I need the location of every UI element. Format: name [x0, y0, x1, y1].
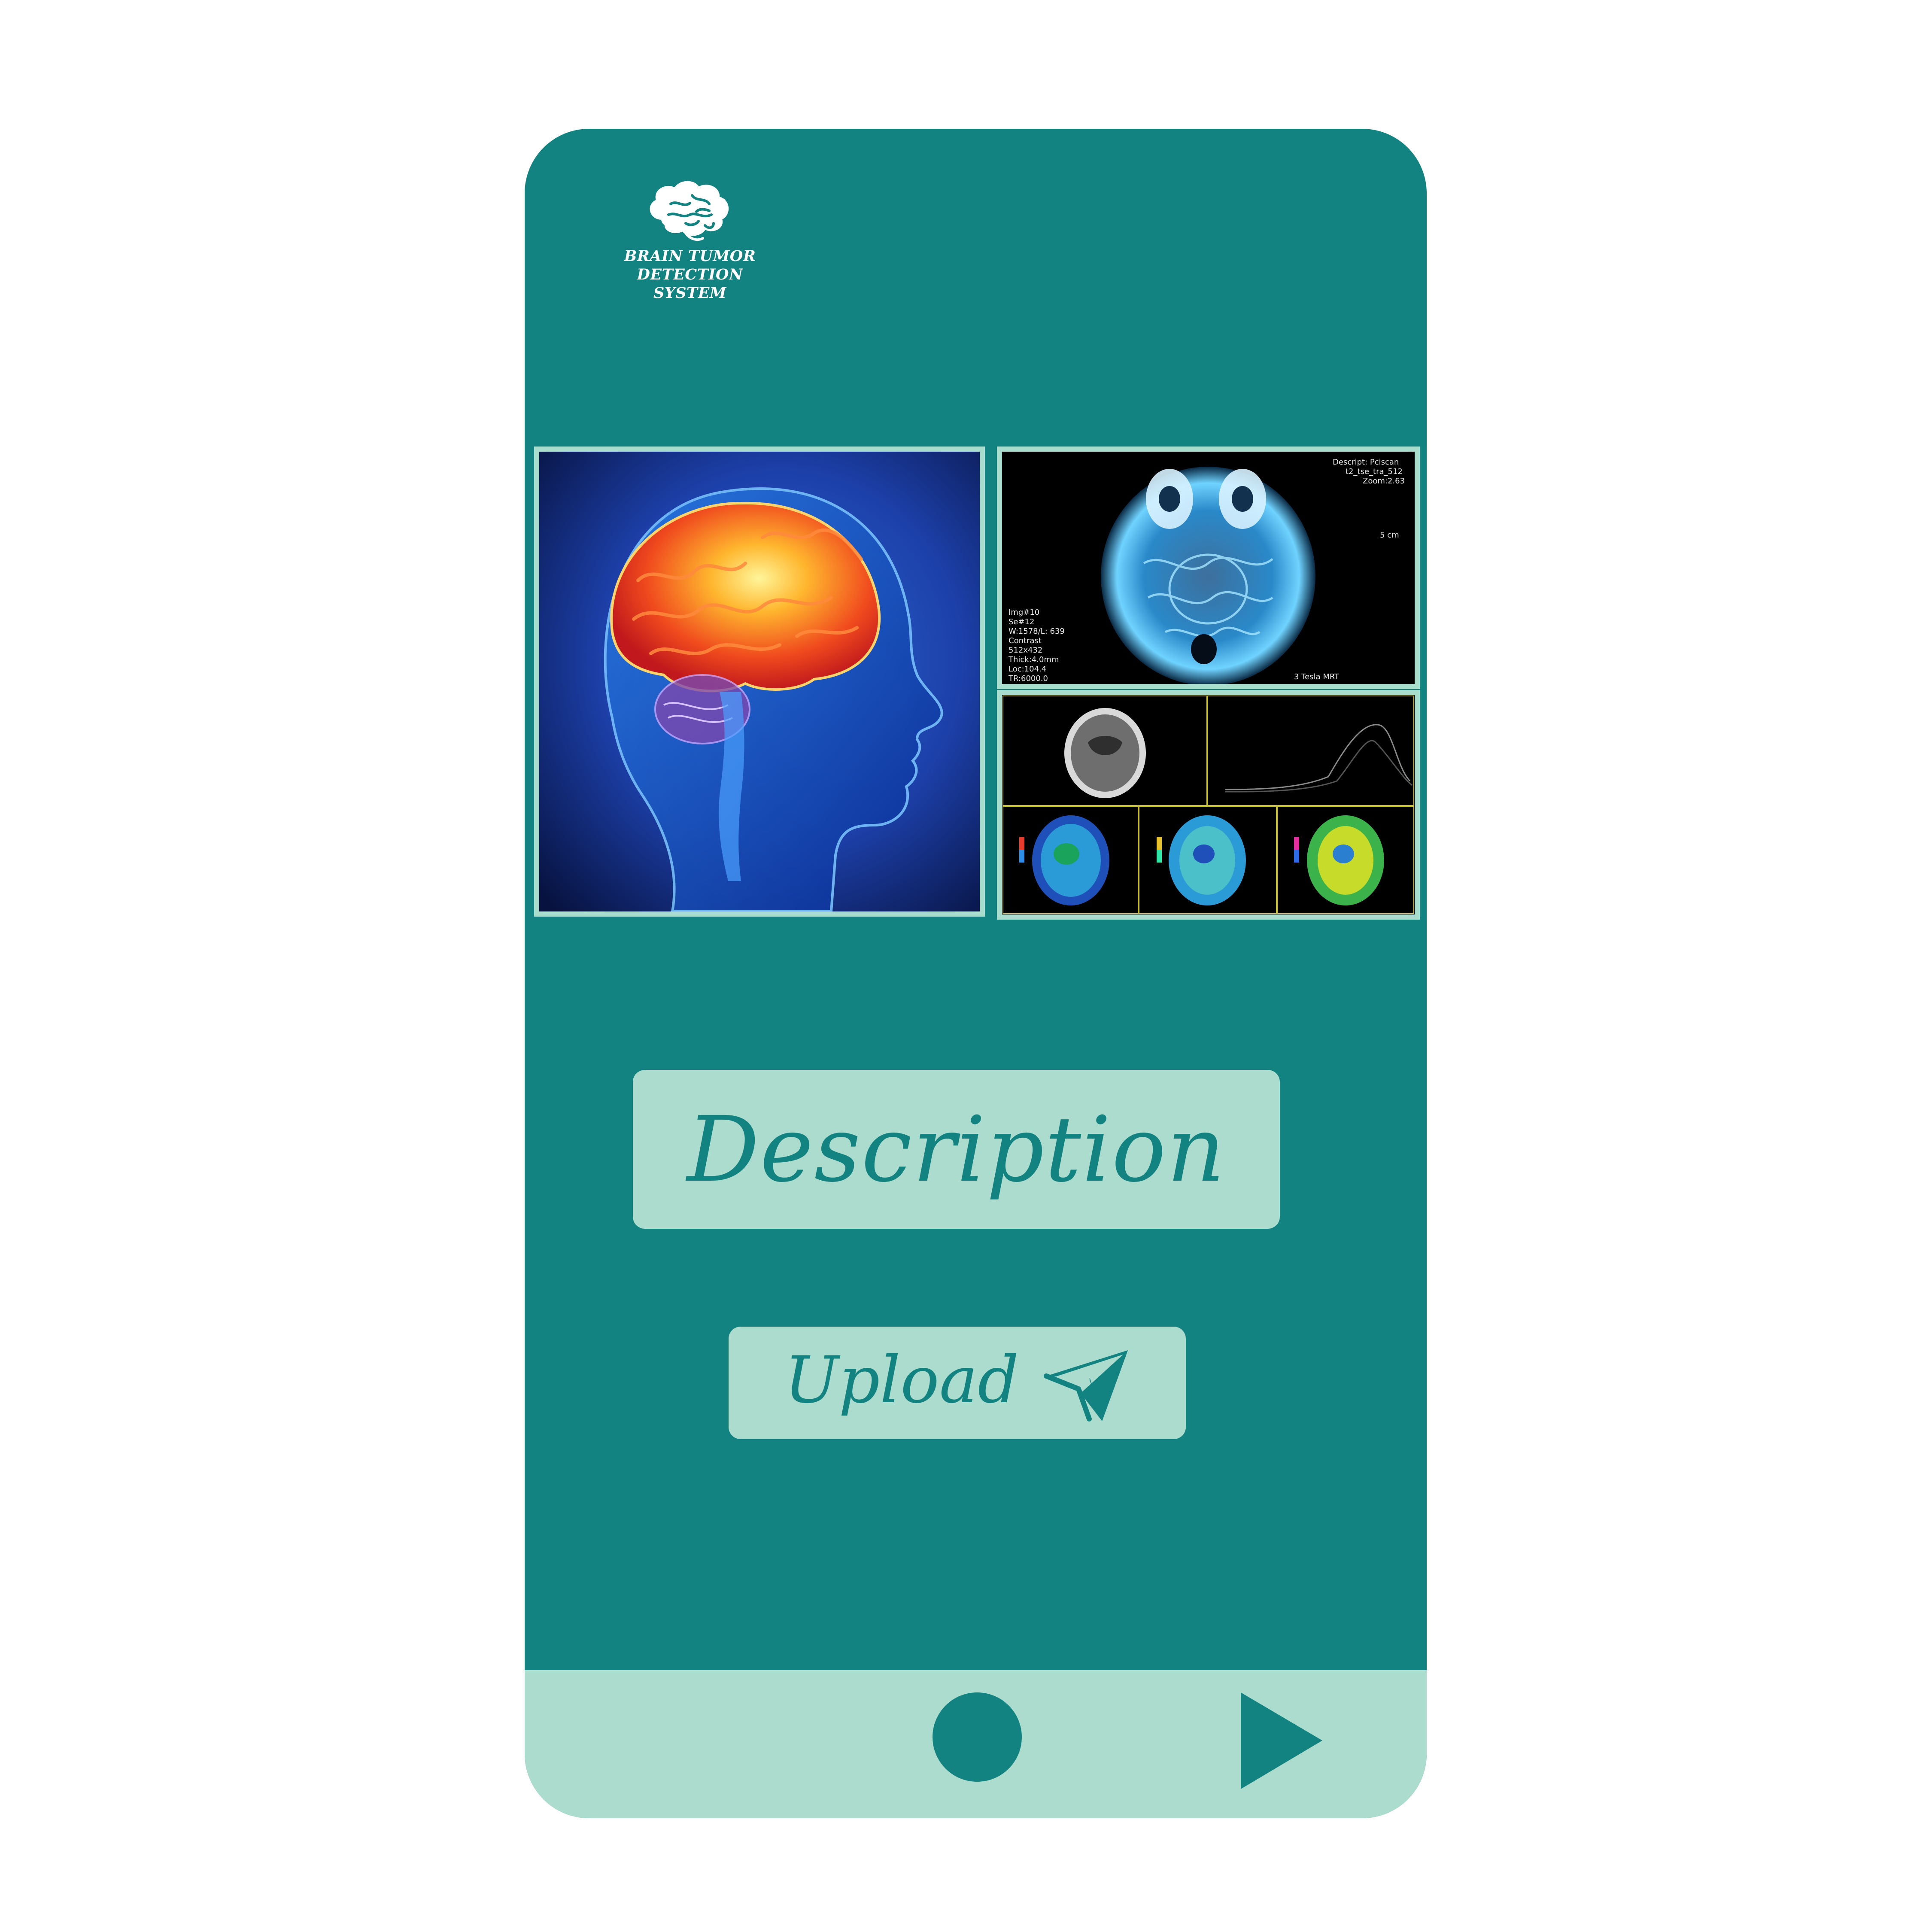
- mri-scan-graphic: Img#10 Se#12 W:1578/L: 639 Contrast 512x…: [1002, 452, 1415, 684]
- svg-text:512x432: 512x432: [1009, 646, 1042, 655]
- brain-illustration-graphic: [539, 452, 980, 911]
- play-icon[interactable]: [1241, 1692, 1322, 1789]
- svg-text:Loc:104.4: Loc:104.4: [1009, 665, 1046, 674]
- description-label: Description: [687, 1097, 1226, 1202]
- svg-text:3 Tesla MRT: 3 Tesla MRT: [1294, 672, 1340, 681]
- svg-text:TR:6000.0: TR:6000.0: [1008, 674, 1048, 683]
- svg-text:W:1578/L: 639: W:1578/L: 639: [1009, 627, 1065, 636]
- circle-icon[interactable]: [933, 1692, 1022, 1782]
- svg-text:Thick:4.0mm: Thick:4.0mm: [1008, 655, 1059, 664]
- brain-icon: [650, 181, 729, 241]
- phone-screen: BRAIN TUMOR DETECTION SYSTEM Img#10 Se#1…: [525, 129, 1427, 1818]
- app-logo: BRAIN TUMOR DETECTION SYSTEM: [570, 178, 810, 302]
- svg-text:Se#12: Se#12: [1009, 617, 1035, 626]
- svg-text:t2_tse_tra_512: t2_tse_tra_512: [1346, 467, 1403, 476]
- ct-perfusion-graphic: [1002, 695, 1415, 914]
- svg-text:Zoom:2.63: Zoom:2.63: [1363, 477, 1405, 486]
- svg-text:Contrast: Contrast: [1009, 636, 1042, 645]
- upload-label: Upload: [784, 1343, 1019, 1418]
- send-icon: [1044, 1350, 1128, 1422]
- brain-illustration-image: [534, 447, 985, 917]
- bottom-nav-bar: [525, 1670, 1427, 1818]
- description-button[interactable]: Description: [633, 1070, 1280, 1229]
- svg-text:5 cm: 5 cm: [1380, 531, 1399, 540]
- page: BRAIN TUMOR DETECTION SYSTEM Img#10 Se#1…: [0, 0, 1932, 1932]
- ct-perfusion-image: [997, 690, 1420, 920]
- app-title: BRAIN TUMOR DETECTION SYSTEM: [624, 247, 756, 302]
- mri-scan-image: Img#10 Se#12 W:1578/L: 639 Contrast 512x…: [997, 447, 1420, 689]
- svg-text:Descript: Pciscan: Descript: Pciscan: [1333, 458, 1399, 467]
- svg-text:Img#10: Img#10: [1009, 608, 1039, 617]
- upload-button[interactable]: Upload: [729, 1327, 1186, 1439]
